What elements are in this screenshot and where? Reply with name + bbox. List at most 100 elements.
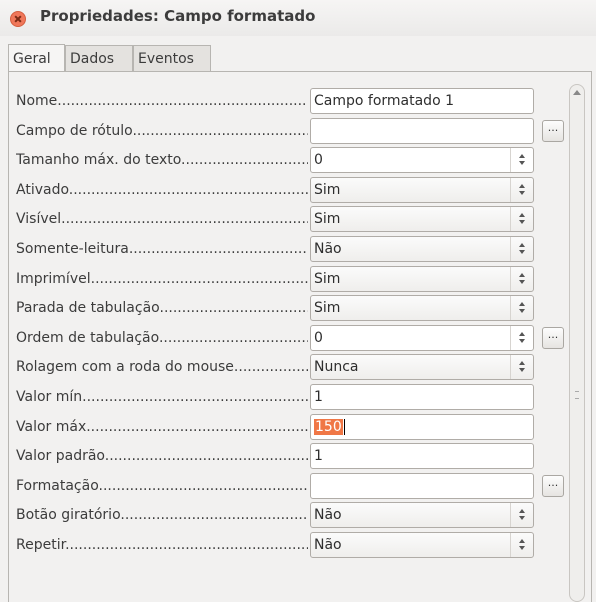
leader-dots: ........................................… [181,152,308,168]
up-down-arrows-icon[interactable] [510,296,533,320]
property-label-text: Parada de tabulação [16,300,160,316]
property-label-text: Valor máx [16,419,87,435]
property-text-field[interactable]: 150 [310,414,534,440]
property-label: Valor máx...............................… [16,419,308,435]
property-row: Valor padrão............................… [16,441,556,471]
property-value: Não [314,241,342,257]
leader-dots: ........................................… [65,537,308,553]
up-down-arrows-icon[interactable] [510,178,533,202]
property-value: Nunca [314,359,359,375]
property-label-text: Ativado [16,182,69,198]
leader-dots: ........................................… [68,182,308,198]
property-value: Não [314,507,342,523]
property-row: Repetir.................................… [16,530,556,560]
property-row: Botão giratório.........................… [16,500,556,530]
title-bar: Propriedades: Campo formatado [0,0,596,36]
property-row: Parada de tabulação.....................… [16,293,556,323]
property-value: Sim [314,300,341,316]
property-row: Campo de rótulo.........................… [16,116,564,146]
property-label: Botão giratório.........................… [16,507,308,523]
property-label: Somente-leitura.........................… [16,241,308,257]
up-down-arrows-icon[interactable] [510,326,533,350]
property-value: Sim [314,271,341,287]
up-down-arrows-icon[interactable] [510,148,533,172]
property-spin-field[interactable]: 0 [310,325,534,351]
up-down-arrows-icon[interactable] [510,355,533,379]
up-down-arrows-icon[interactable] [510,267,533,291]
property-dropdown[interactable]: Não [310,236,534,262]
leader-dots: ........................................… [90,271,308,287]
text-cursor [343,419,345,435]
tab-geral[interactable]: Geral [8,44,65,71]
property-dropdown[interactable]: Nunca [310,354,534,380]
property-label: Formatação..............................… [16,478,308,494]
property-text-field[interactable]: 1 [310,443,534,469]
property-label: Tamanho máx. do texto...................… [16,152,308,168]
property-text-field[interactable] [310,118,534,144]
property-label: Ordem de tabulação......................… [16,330,308,346]
property-label-text: Botão giratório [16,507,121,523]
property-label: Rolagem com a roda do mouse.............… [16,359,308,375]
property-label-text: Tamanho máx. do texto [16,152,182,168]
leader-dots: ........................................… [61,211,308,227]
browse-button[interactable]: ... [542,120,564,142]
property-label: Parada de tabulação.....................… [16,300,308,316]
browse-button[interactable]: ... [542,327,564,349]
property-value: 1 [314,448,323,464]
property-value: 150 [314,419,343,435]
property-label-text: Somente-leitura [16,241,129,257]
tab-dados[interactable]: Dados [65,45,133,71]
up-down-arrows-icon[interactable] [510,237,533,261]
vertical-scrollbar[interactable] [569,84,585,602]
property-row: Tamanho máx. do texto...................… [16,145,556,175]
property-text-field[interactable]: Campo formatado 1 [310,88,534,114]
property-dropdown[interactable]: Não [310,502,534,528]
property-text-field[interactable]: 1 [310,384,534,410]
property-value: Sim [314,182,341,198]
scroll-up-arrow-icon[interactable] [573,90,581,95]
property-row: Somente-leitura.........................… [16,234,556,264]
tab-eventos[interactable]: Eventos [133,45,211,71]
property-row: Imprimível..............................… [16,264,556,294]
leader-dots: ........................................… [132,123,308,139]
property-dropdown[interactable]: Sim [310,206,534,232]
property-row: Visível.................................… [16,204,556,234]
window-title: Propriedades: Campo formatado [40,7,316,25]
property-value: 0 [314,152,323,168]
property-label: Imprimível..............................… [16,271,308,287]
property-spin-field[interactable]: 0 [310,147,534,173]
property-value: Campo formatado 1 [314,93,454,109]
property-label-text: Ordem de tabulação [16,330,159,346]
leader-dots: ........................................… [120,507,308,523]
property-label-text: Valor mín [16,389,83,405]
property-label-text: Repetir [16,537,66,553]
property-label-text: Visível [16,211,62,227]
property-value: Não [314,537,342,553]
property-dropdown[interactable]: Sim [310,266,534,292]
scroll-grip-icon [575,391,579,399]
property-text-field[interactable] [310,473,534,499]
leader-dots: ........................................… [98,478,308,494]
leader-dots: ........................................… [86,419,308,435]
property-label: Nome....................................… [16,93,308,109]
property-label-text: Campo de rótulo [16,123,133,139]
leader-dots: ........................................… [57,93,308,109]
up-down-arrows-icon[interactable] [510,503,533,527]
close-icon[interactable] [10,11,26,27]
property-label: Ativado.................................… [16,182,308,198]
leader-dots: ........................................… [158,330,308,346]
browse-button[interactable]: ... [542,475,564,497]
property-value: 0 [314,330,323,346]
property-dropdown[interactable]: Sim [310,177,534,203]
property-label: Valor padrão............................… [16,448,308,464]
up-down-arrows-icon[interactable] [510,533,533,557]
property-label: Repetir.................................… [16,537,308,553]
leader-dots: ........................................… [104,448,308,464]
property-dropdown[interactable]: Não [310,532,534,558]
property-dropdown[interactable]: Sim [310,295,534,321]
property-row: Rolagem com a roda do mouse.............… [16,352,556,382]
property-row: Ordem de tabulação......................… [16,323,564,353]
property-row: Ativado.................................… [16,175,556,205]
property-label: Visível.................................… [16,211,308,227]
up-down-arrows-icon[interactable] [510,207,533,231]
